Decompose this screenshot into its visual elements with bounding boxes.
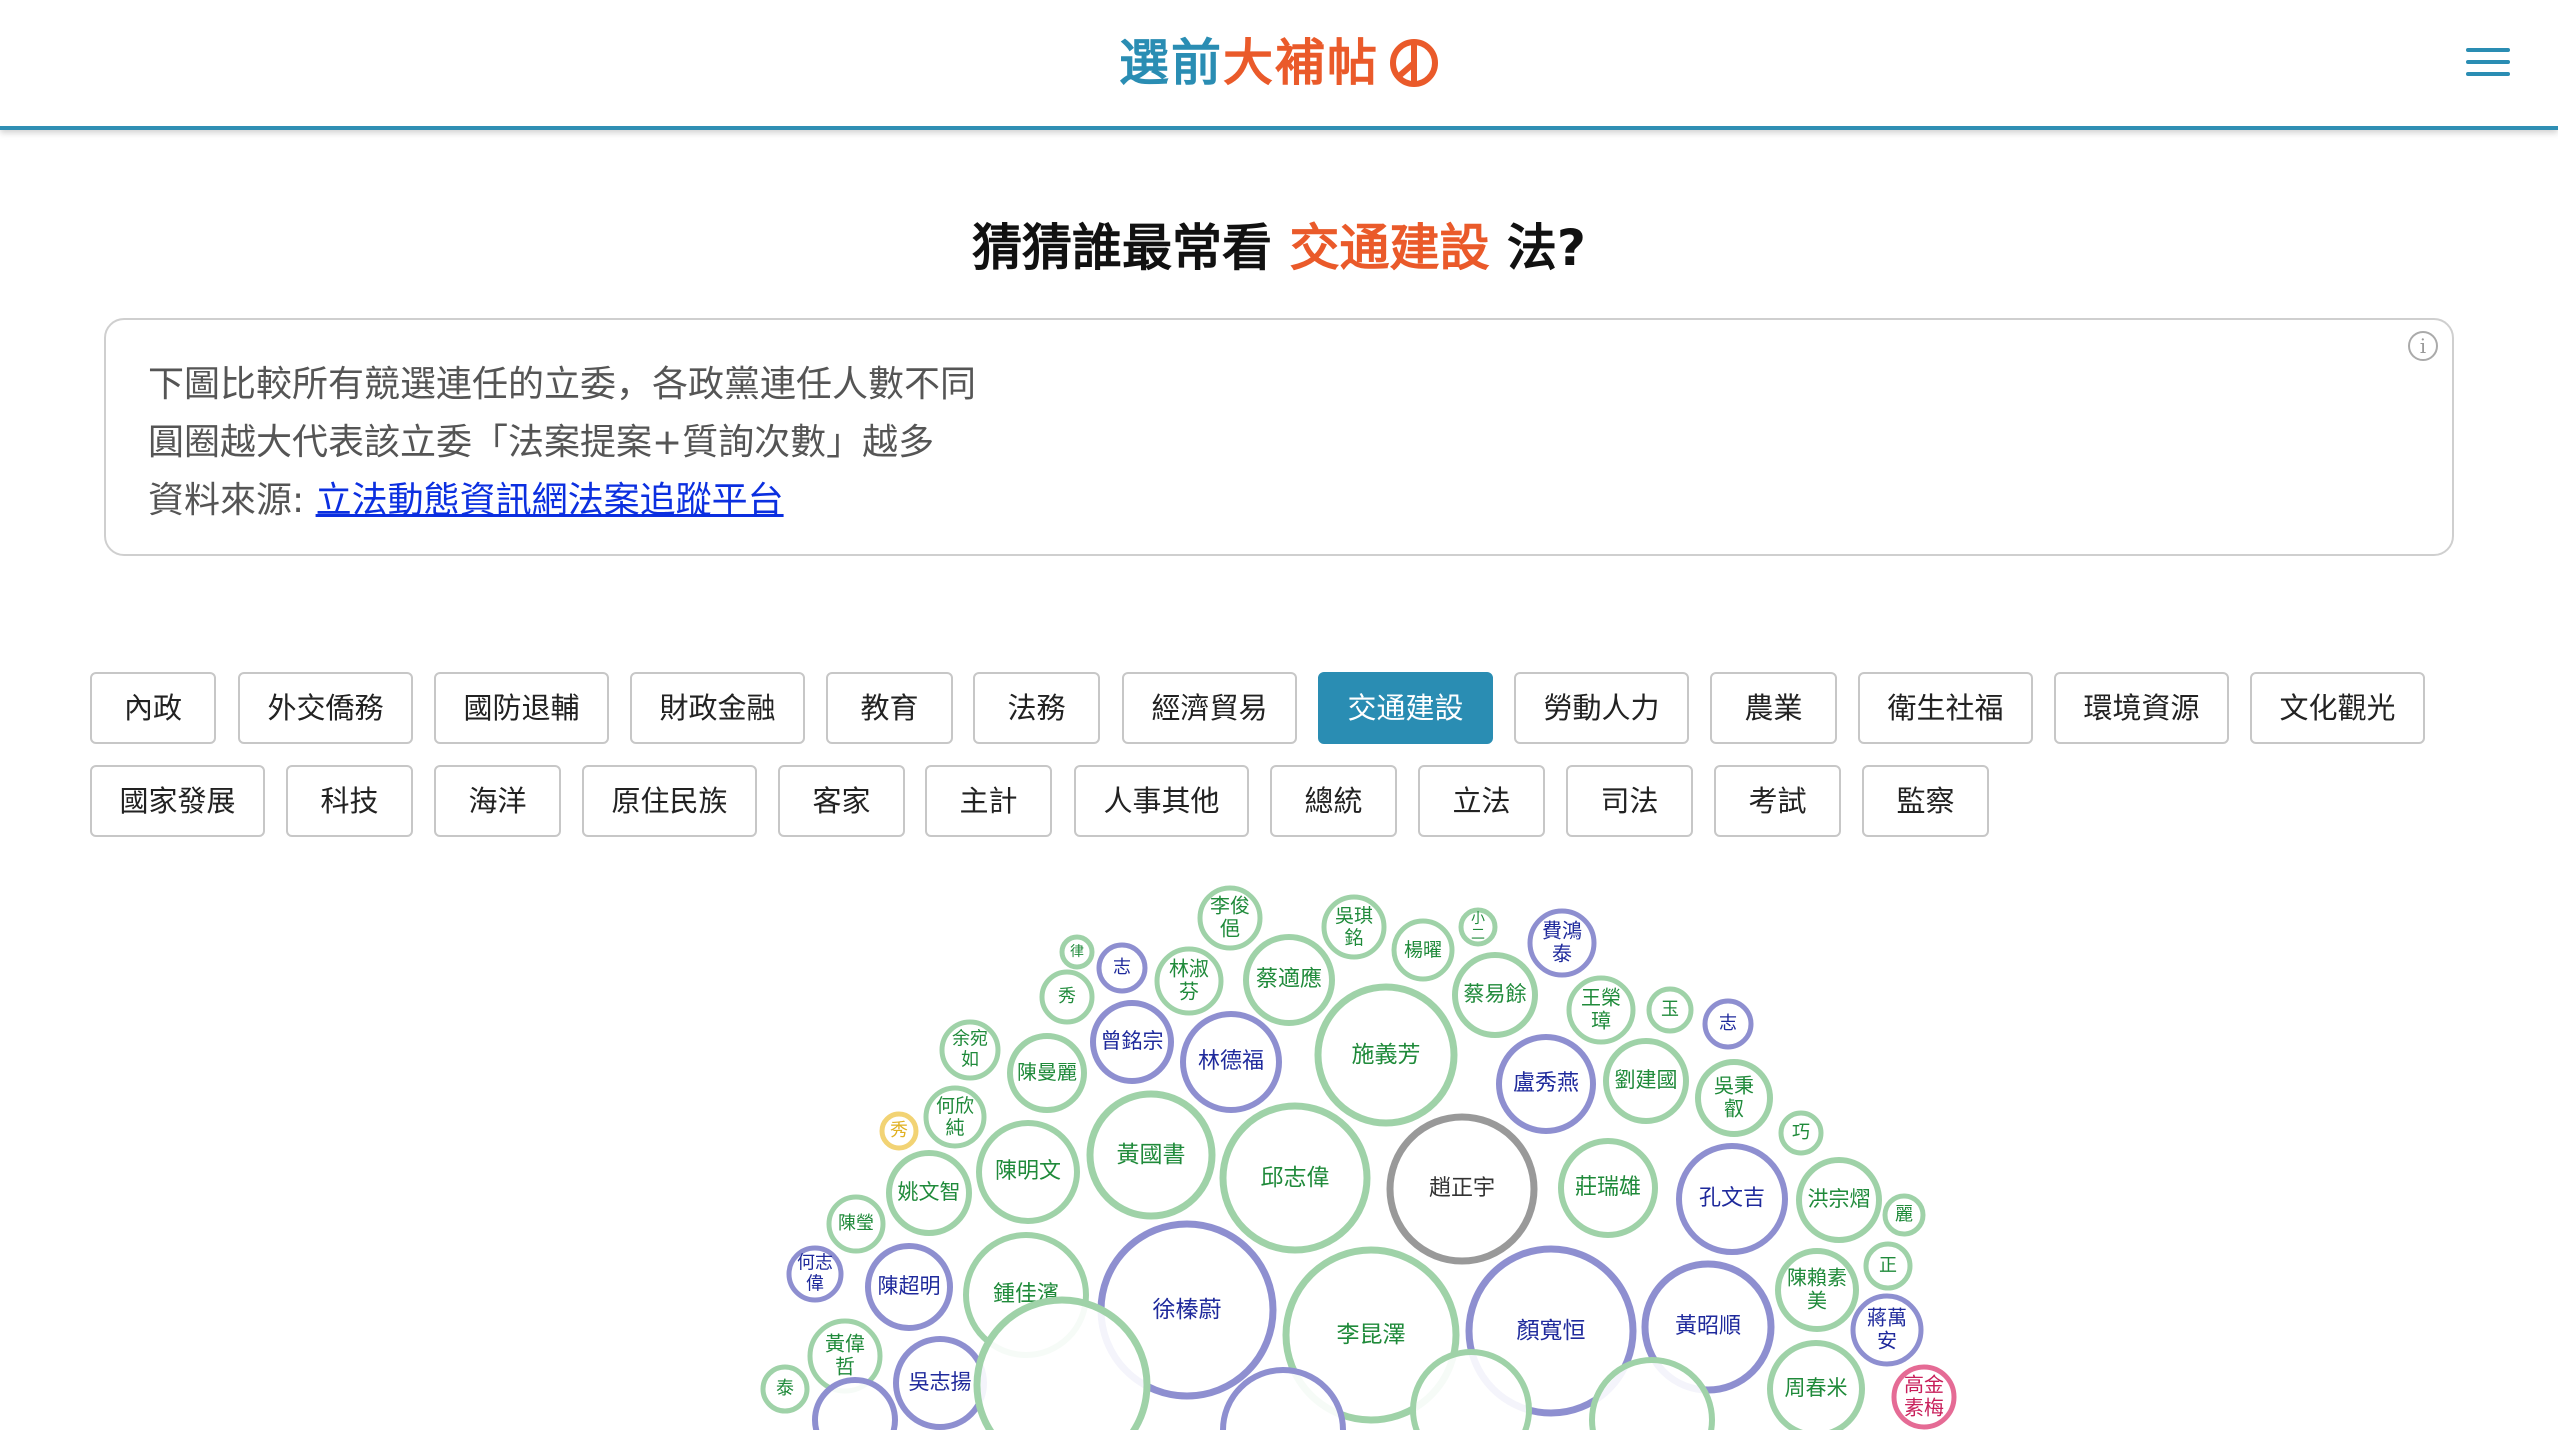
legislator-label: 趙正宇	[1429, 1176, 1495, 1201]
tab-17[interactable]: 客家	[778, 765, 905, 837]
legislator-label: 小二	[1471, 911, 1485, 943]
tab-2[interactable]: 國防退輔	[434, 672, 609, 744]
tab-19[interactable]: 人事其他	[1074, 765, 1249, 837]
legislator-label: 姚文智	[898, 1180, 961, 1204]
info-line-2: 圓圈越大代表該立委「法案提案+質詢次數」越多	[148, 422, 935, 463]
legislator-label: 周春米	[1785, 1376, 1848, 1400]
legislator-label: 蔡適應	[1256, 966, 1322, 992]
legislator-label: 林德福	[1198, 1049, 1264, 1074]
legislator-label: 正	[1879, 1255, 1897, 1276]
top-bar: 選前大補帖	[0, 0, 2558, 130]
legislator-label: 志	[1113, 957, 1131, 978]
legislator-label: 曾銘宗	[1101, 1029, 1164, 1053]
legislator-label: 李昆澤	[1337, 1322, 1406, 1348]
legislator-label: 黃昭順	[1675, 1314, 1741, 1339]
tab-16[interactable]: 原住民族	[582, 765, 757, 837]
legislator-label: 吳志揚	[909, 1370, 972, 1394]
legislator-label: 泰	[776, 1378, 794, 1399]
legislator-label: 盧秀燕	[1513, 1071, 1579, 1096]
tab-3[interactable]: 財政金融	[630, 672, 805, 744]
logo-text-part2: 大補帖	[1223, 34, 1379, 92]
legislator-label: 徐榛蔚	[1153, 1297, 1222, 1323]
tab-1[interactable]: 外交僑務	[238, 672, 413, 744]
legislator-label: 律	[1070, 944, 1084, 960]
tab-13[interactable]: 國家發展	[90, 765, 265, 837]
info-source-line: 資料來源: 立法動態資訊網法案追蹤平台	[148, 472, 2410, 530]
tab-4[interactable]: 教育	[826, 672, 953, 744]
legislator-label: 顏寬恒	[1517, 1318, 1586, 1344]
legislator-label: 陳明文	[995, 1159, 1061, 1184]
tab-18[interactable]: 主計	[925, 765, 1052, 837]
tab-7[interactable]: 交通建設	[1318, 672, 1493, 744]
tab-6[interactable]: 經濟貿易	[1122, 672, 1297, 744]
legislator-label: 麗	[1895, 1204, 1913, 1225]
tab-0[interactable]: 內政	[90, 672, 216, 744]
legislator-label: 楊曜	[1404, 939, 1442, 961]
title-suffix: 法?	[1506, 219, 1586, 277]
tab-9[interactable]: 農業	[1710, 672, 1837, 744]
tab-20[interactable]: 總統	[1270, 765, 1397, 837]
legislator-label: 黃國書	[1117, 1142, 1186, 1168]
legislator-label: 施義芳	[1352, 1042, 1421, 1068]
tab-8[interactable]: 勞動人力	[1514, 672, 1689, 744]
legislator-bubble[interactable]	[812, 1377, 898, 1430]
tab-11[interactable]: 環境資源	[2054, 672, 2229, 744]
legislator-bubble-chart: 趙正宇李昆澤 顏寬恒徐榛蔚邱志偉施義芳黃國書黃昭順孔文吉莊瑞雄鍾佳濱林德福陳明文盧…	[760, 885, 1957, 1430]
tab-24[interactable]: 監察	[1862, 765, 1989, 837]
hamburger-menu-icon[interactable]	[2466, 48, 2510, 82]
tab-14[interactable]: 科技	[286, 765, 413, 837]
tab-21[interactable]: 立法	[1418, 765, 1545, 837]
legislator-label: 孔文吉	[1699, 1186, 1765, 1211]
info-icon[interactable]: i	[2408, 331, 2438, 361]
legislator-label: 洪宗熠	[1808, 1187, 1871, 1211]
legislator-label: 秀	[890, 1120, 908, 1141]
tab-5[interactable]: 法務	[973, 672, 1100, 744]
title-category: 交通建設	[1289, 219, 1490, 277]
ballot-mark-icon	[1389, 38, 1439, 104]
tab-10[interactable]: 衛生社福	[1858, 672, 2033, 744]
tab-15[interactable]: 海洋	[434, 765, 561, 837]
legislator-label: 劉建國	[1615, 1068, 1678, 1092]
logo-text-part1: 選前	[1119, 34, 1223, 92]
info-line-1: 下圖比較所有競選連任的立委，各政黨連任人數不同	[148, 364, 977, 405]
legislator-label: 陳曼麗	[1017, 1060, 1077, 1084]
tab-12[interactable]: 文化觀光	[2250, 672, 2425, 744]
info-box: 下圖比較所有競選連任的立委，各政黨連任人數不同 圓圈越大代表該立委「法案提案+質…	[104, 318, 2454, 556]
title-prefix: 猜猜誰最常看	[972, 219, 1273, 277]
legislator-label: 巧	[1792, 1122, 1810, 1143]
tab-23[interactable]: 考試	[1714, 765, 1841, 837]
legislator-label: 邱志偉	[1261, 1165, 1330, 1191]
legislator-label: 高金素梅	[1904, 1372, 1944, 1419]
site-logo[interactable]: 選前大補帖	[0, 30, 2558, 104]
source-label: 資料來源:	[148, 480, 316, 521]
legislator-label: 莊瑞雄	[1575, 1175, 1641, 1200]
legislator-label: 志	[1719, 1013, 1737, 1034]
legislator-label: 陳瑩	[838, 1213, 874, 1234]
legislator-bubble[interactable]	[973, 1296, 1151, 1430]
legislator-label: 玉	[1661, 999, 1679, 1020]
source-link[interactable]: 立法動態資訊網法案追蹤平台	[316, 480, 784, 521]
legislator-label: 陳超明	[878, 1274, 941, 1298]
legislator-label: 蔡易餘	[1464, 982, 1527, 1006]
tab-22[interactable]: 司法	[1566, 765, 1693, 837]
legislator-label: 秀	[1058, 986, 1076, 1007]
page-title: 猜猜誰最常看 交通建設 法?	[0, 210, 2558, 286]
